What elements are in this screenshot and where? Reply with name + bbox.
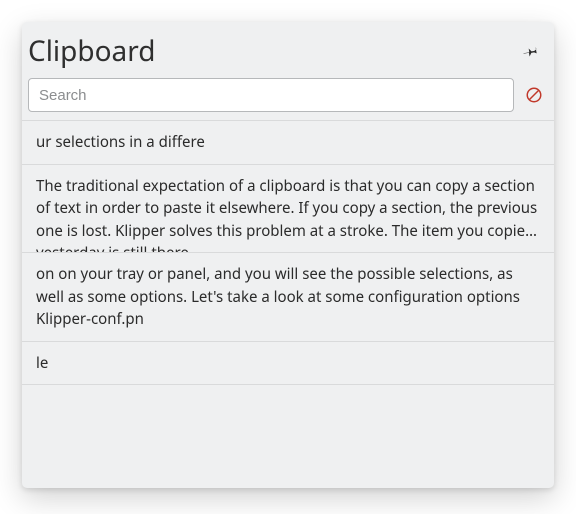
clipboard-item[interactable]: on on your tray or panel, and you will s… [22,253,554,342]
clipboard-item[interactable]: The traditional expectation of a clipboa… [22,165,554,254]
pin-button[interactable] [522,42,540,60]
clipboard-item[interactable]: ur selections in a differe [22,120,554,165]
clear-history-icon [525,86,543,104]
search-input[interactable] [28,78,514,112]
clear-history-button[interactable] [524,85,544,105]
pin-icon [523,43,539,59]
toolbar [22,72,554,120]
clipboard-history-list: ur selections in a differe The tradition… [22,120,554,488]
clipboard-item[interactable]: le [22,342,554,386]
popup-title: Clipboard [28,32,522,70]
popup-header: Clipboard [22,22,554,72]
clipboard-popup: Clipboard ur selections in a differe The… [22,22,554,488]
